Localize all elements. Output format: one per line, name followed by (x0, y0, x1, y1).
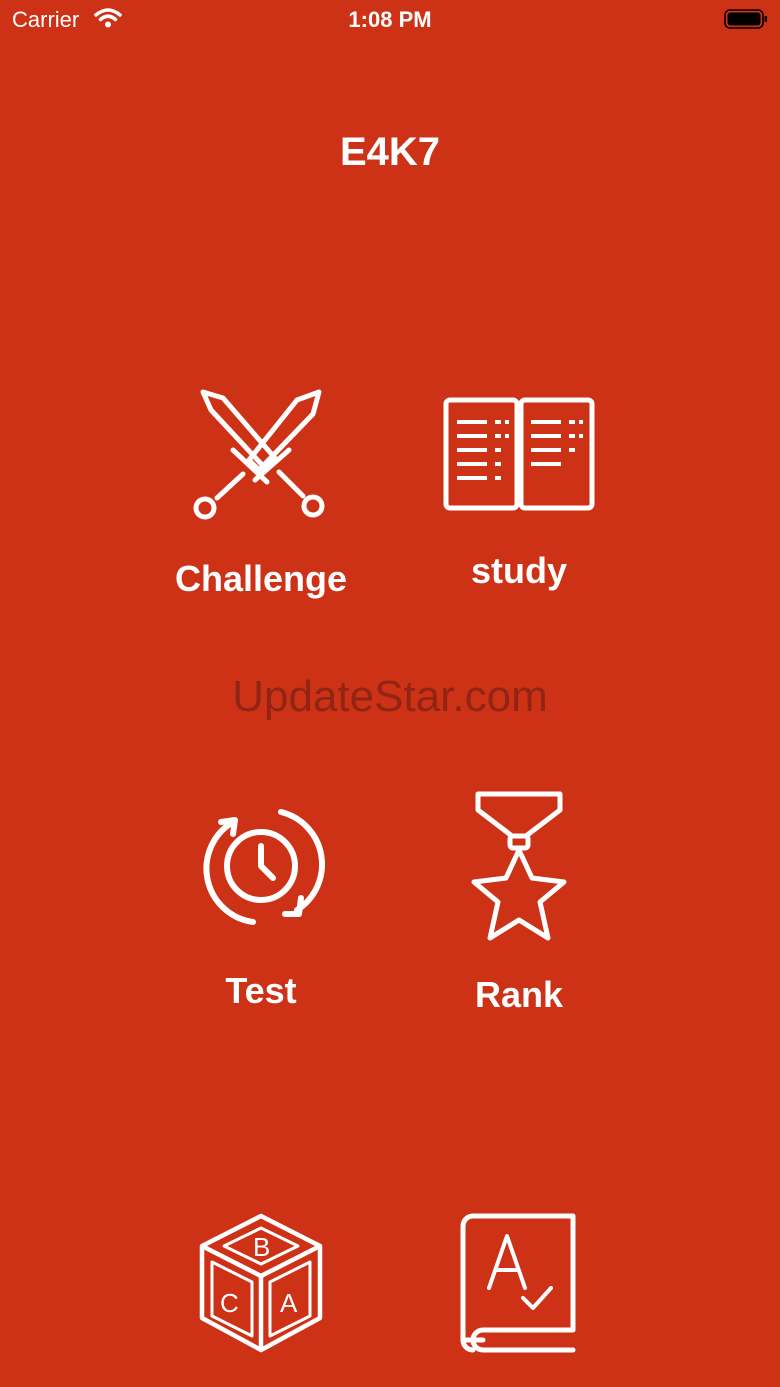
study-label: study (470, 550, 567, 591)
challenge-tile[interactable]: Challenge (131, 388, 391, 600)
svg-text:C: C (220, 1288, 239, 1318)
study-tile[interactable]: study (389, 396, 649, 592)
watermark: UpdateStar.com (232, 672, 548, 721)
status-bar: Carrier 1:08 PM (0, 0, 780, 40)
timer-refresh-icon (203, 809, 326, 925)
test-label: Test (225, 970, 297, 1011)
rank-label: Rank (474, 974, 564, 1015)
status-time: 1:08 PM (348, 7, 432, 32)
test-tile[interactable]: Test (131, 800, 391, 1012)
spelling-book-icon (460, 1213, 576, 1353)
medal-star-icon (471, 791, 567, 941)
open-book-icon (443, 397, 595, 511)
crossed-swords-icon (193, 389, 325, 520)
challenge-label: Challenge (174, 558, 348, 599)
rank-tile[interactable]: Rank (389, 790, 649, 1016)
abc-block-icon: B C A (199, 1213, 323, 1353)
svg-text:A: A (280, 1288, 298, 1318)
spelling-tile[interactable] (389, 1212, 649, 1354)
battery-icon (724, 9, 767, 29)
alphabet-tile[interactable]: B C A (131, 1212, 391, 1354)
svg-text:B: B (253, 1232, 270, 1262)
app-title: E4K7 (339, 130, 441, 174)
